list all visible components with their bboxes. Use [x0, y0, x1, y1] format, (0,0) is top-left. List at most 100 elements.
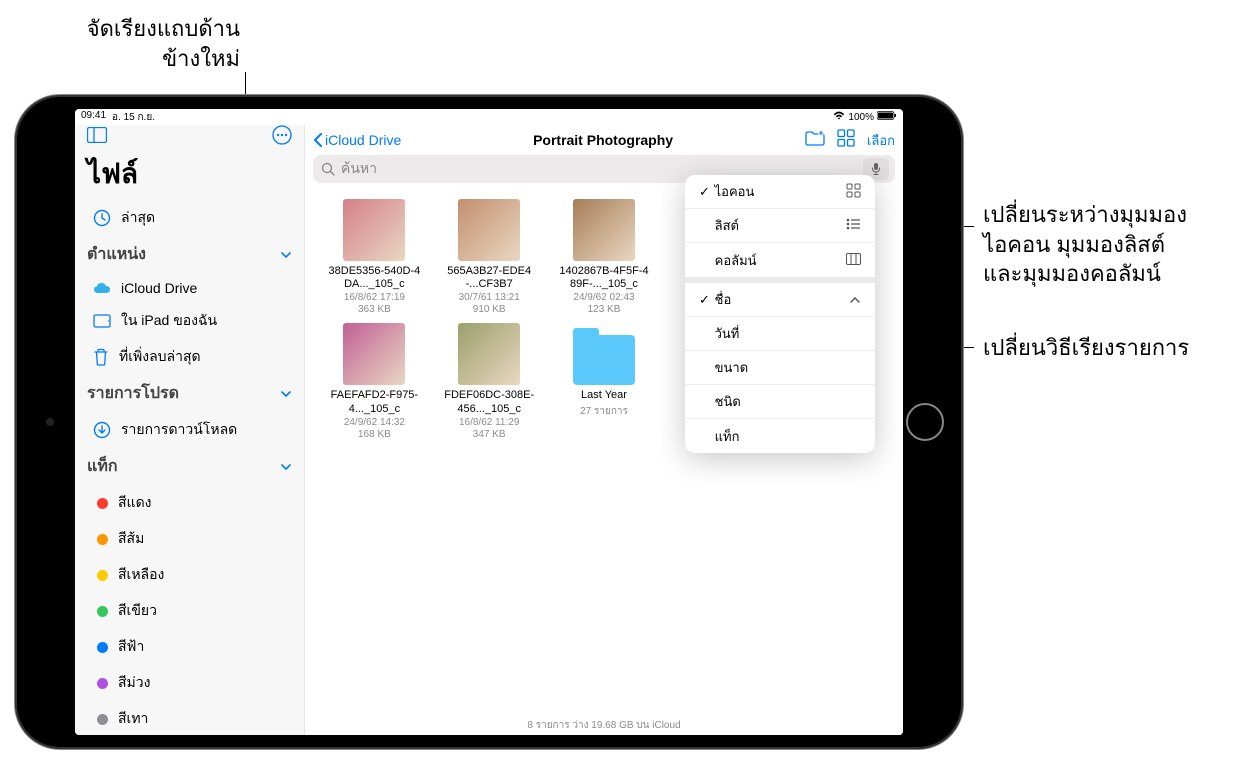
status-bar: 09:41 อ. 15 ก.ย. 100% [75, 109, 903, 125]
file-item[interactable]: 1402867B-4F5F-489F-..._105_c 24/9/62 02:… [551, 199, 658, 315]
sidebar-item-label: ใน iPad ของฉัน [121, 310, 217, 332]
annotation-reorder-sidebar: จัดเรียงแถบด้านข้างใหม่ [72, 14, 240, 73]
popover-option-label: คอลัมน์ [715, 253, 757, 268]
file-name: 38DE5356-540D-4DA..._105_c [327, 265, 422, 291]
tag-dot-icon [97, 570, 108, 581]
sidebar-item-label: สีเหลือง [118, 564, 164, 586]
file-date: 24/9/62 14:32 [344, 417, 405, 428]
sidebar-item-tag[interactable]: สีม่วง [75, 665, 304, 701]
sidebar-item-tag[interactable]: สีส้ม [75, 521, 304, 557]
file-date: 30/7/61 13:21 [459, 292, 520, 303]
new-folder-icon[interactable] [805, 130, 825, 151]
sidebar-item-label: สีฟ้า [118, 636, 144, 658]
sidebar-item-label: สีแดง [118, 492, 152, 514]
sidebar-item-recents[interactable]: ล่าสุด [75, 200, 304, 236]
view-grid-icon[interactable] [837, 129, 855, 152]
file-item[interactable]: 38DE5356-540D-4DA..._105_c 16/8/62 17:19… [321, 199, 428, 315]
sidebar-item-label: สีม่วง [118, 672, 150, 694]
chevron-down-icon [280, 461, 292, 473]
view-sort-popover: ✓ ไอคอน ลิสต์ คอลัมน์ ✓ ชื่อ วันที่ ขนาด… [685, 175, 875, 453]
file-size: 363 KB [358, 304, 391, 315]
popover-sort-option[interactable]: แท็ก [685, 419, 875, 453]
popover-option-label: ไอคอน [715, 184, 755, 199]
download-icon [93, 421, 111, 439]
sidebar-item-label: สีเขียว [118, 600, 157, 622]
sidebar-item-on-ipad[interactable]: ใน iPad ของฉัน [75, 303, 304, 339]
sidebar-item-icloud[interactable]: iCloud Drive [75, 273, 304, 303]
popover-view-option[interactable]: ✓ ไอคอน [685, 175, 875, 209]
folder-item[interactable]: Last Year 27 รายการ [551, 323, 658, 439]
sidebar-item-label: รายการดาวน์โหลด [121, 419, 237, 441]
sidebar-item-recently-deleted[interactable]: ที่เพิ่งลบล่าสุด [75, 339, 304, 375]
file-size: 910 KB [473, 304, 506, 315]
battery-icon [877, 111, 897, 123]
clock-icon [93, 209, 111, 227]
ipad-icon [93, 314, 111, 328]
sidebar-item-tag[interactable]: สีเขียว [75, 593, 304, 629]
file-size: 347 KB [473, 429, 506, 440]
ipad-frame: 09:41 อ. 15 ก.ย. 100% [14, 94, 964, 750]
tag-dot-icon [97, 714, 108, 725]
popover-option-label: ขนาด [715, 360, 749, 375]
file-date: 16/8/62 11:29 [459, 417, 519, 428]
status-time: 09:41 [81, 110, 106, 125]
popover-sort-option[interactable]: วันที่ [685, 317, 875, 351]
sidebar-item-label: ที่เพิ่งลบล่าสุด [119, 346, 201, 368]
back-button[interactable]: iCloud Drive [313, 132, 401, 148]
file-name: FAEFAFD2-F975-4..._105_c [327, 389, 422, 415]
popover-option-label: แท็ก [715, 429, 740, 444]
file-thumbnail [343, 323, 405, 385]
file-date: 27 รายการ [580, 404, 628, 419]
tag-dot-icon [97, 642, 108, 653]
trash-icon [93, 348, 109, 366]
check-icon: ✓ [699, 292, 711, 308]
home-button[interactable] [906, 403, 944, 441]
sidebar-toggle-icon[interactable] [87, 127, 107, 148]
popover-option-label: ชื่อ [715, 292, 732, 307]
check-icon: ✓ [699, 184, 711, 200]
list-icon [846, 218, 861, 233]
sidebar-item-tag[interactable]: สีแดง [75, 485, 304, 521]
sidebar-item-tag[interactable]: สีเหลือง [75, 557, 304, 593]
file-item[interactable]: FAEFAFD2-F975-4..._105_c 24/9/62 14:32 1… [321, 323, 428, 439]
chevron-left-icon [313, 133, 323, 147]
tag-dot-icon [97, 498, 108, 509]
file-name: 565A3B27-EDE4-...CF3B7 [442, 265, 537, 291]
mic-icon [871, 162, 881, 176]
file-item[interactable]: 565A3B27-EDE4-...CF3B7 30/7/61 13:21 910… [436, 199, 543, 315]
section-header-locations[interactable]: ตำแหน่ง [75, 236, 304, 273]
popover-option-label: ลิสต์ [715, 218, 739, 233]
popover-option-label: วันที่ [715, 326, 740, 341]
file-size: 168 KB [358, 429, 391, 440]
file-item[interactable]: FDEF06DC-308E-456..._105_c 16/8/62 11:29… [436, 323, 543, 439]
sidebar-item-downloads[interactable]: รายการดาวน์โหลด [75, 412, 304, 448]
sidebar-item-label: สีเทา [118, 708, 148, 730]
sidebar-item-tag[interactable]: สีเทา [75, 701, 304, 735]
page-title: Portrait Photography [405, 132, 801, 148]
annotation-switch-view: เปลี่ยนระหว่างมุมมองไอคอน มุมมองลิสต์และ… [983, 200, 1253, 289]
select-button[interactable]: เลือก [867, 130, 895, 151]
file-thumbnail [343, 199, 405, 261]
ipad-screen: 09:41 อ. 15 ก.ย. 100% [75, 109, 903, 735]
sidebar: ไฟล์ ล่าสุด ตำแหน่ง iCloud Drive ใน [75, 125, 305, 735]
camera-dot [46, 418, 54, 426]
file-size: 123 KB [588, 304, 621, 315]
popover-view-option[interactable]: คอลัมน์ [685, 243, 875, 277]
popover-sort-option[interactable]: ✓ ชื่อ [685, 283, 875, 317]
sidebar-item-tag[interactable]: สีฟ้า [75, 629, 304, 665]
chevron-up-icon [849, 292, 861, 307]
status-date: อ. 15 ก.ย. [112, 110, 155, 125]
popover-view-option[interactable]: ลิสต์ [685, 209, 875, 243]
folder-icon [573, 335, 635, 385]
tag-dot-icon [97, 534, 108, 545]
file-thumbnail [458, 323, 520, 385]
section-header-tags[interactable]: แท็ก [75, 448, 304, 485]
more-options-icon[interactable] [272, 125, 292, 150]
sidebar-item-label: สีส้ม [118, 528, 144, 550]
popover-sort-option[interactable]: ขนาด [685, 351, 875, 385]
popover-sort-option[interactable]: ชนิด [685, 385, 875, 419]
section-header-favorites[interactable]: รายการโปรด [75, 375, 304, 412]
tag-dot-icon [97, 678, 108, 689]
file-name: FDEF06DC-308E-456..._105_c [442, 389, 537, 415]
wifi-icon [833, 111, 845, 123]
